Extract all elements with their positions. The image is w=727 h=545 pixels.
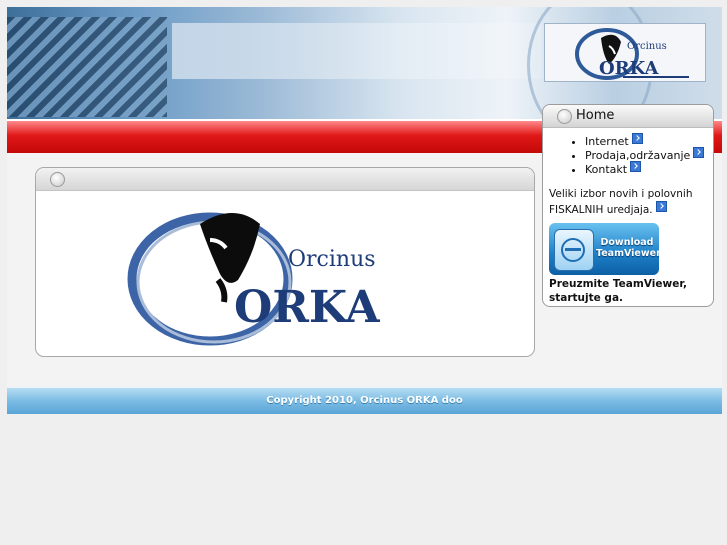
panel-bullet-icon [50,172,65,187]
teamviewer-line2: TeamViewer [596,248,659,259]
promo-text-label: Veliki izbor novih i polovnih FISKALNIH … [549,188,693,216]
svg-text:ORKA: ORKA [234,282,380,333]
banner-highlight [172,23,542,79]
content-panel: Orcinus ORKA [35,167,535,357]
svg-text:Orcinus: Orcinus [627,41,667,52]
teamviewer-icon [554,229,594,271]
sidebar-title[interactable]: Home [576,108,614,123]
promo-text: Veliki izbor novih i polovnih FISKALNIH … [549,187,709,217]
sidebar-header: Home [543,105,713,128]
menu-item-internet[interactable]: Internet [585,133,713,148]
arrow-icon[interactable] [631,133,643,144]
sidebar-menu: Internet Prodaja,održavanje Kontakt [543,133,713,176]
copyright-text: Copyright 2010, Orcinus ORKA doo [266,395,463,406]
svg-text:ORKA: ORKA [599,58,660,79]
teamviewer-button-text: Download TeamViewer [596,237,659,259]
page: Orcinus ORKA Orcinus ORKA Home Internet … [7,7,722,414]
sidebar-bullet-icon [557,109,572,124]
svg-text:Orcinus: Orcinus [288,247,376,272]
teamviewer-caption: Preuzmite TeamViewer, startujte ga. [549,278,687,304]
menu-item-prodaja[interactable]: Prodaja,održavanje [585,147,713,162]
panel-header [36,168,534,191]
footer: Copyright 2010, Orcinus ORKA doo [7,387,722,414]
arrow-icon[interactable] [693,147,705,158]
sidebar-box: Home Internet Prodaja,održavanje Kontakt… [542,104,714,307]
arrow-icon[interactable] [630,161,642,172]
orka-large-logo-icon: Orcinus ORKA [127,212,380,346]
keyboard-photo [7,17,167,117]
teamviewer-line1: Download [600,237,654,248]
download-teamviewer-button[interactable]: Download TeamViewer [549,223,659,275]
menu-item-kontakt[interactable]: Kontakt [585,161,713,176]
header-logo[interactable]: Orcinus ORKA [544,23,706,82]
menu-item-label[interactable]: Kontakt [585,163,627,176]
arrow-icon[interactable] [655,201,667,212]
orka-logo-icon: Orcinus ORKA [575,28,689,80]
